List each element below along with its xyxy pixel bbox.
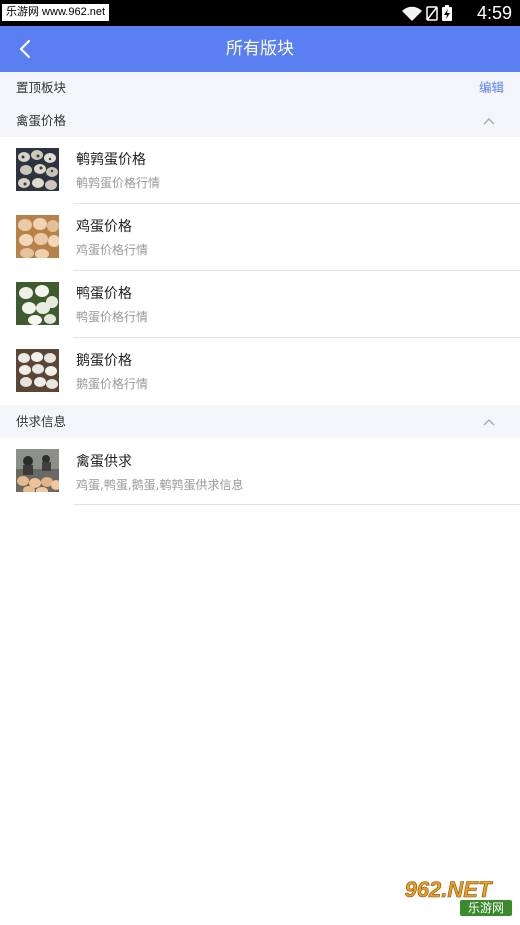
no-sim-icon xyxy=(426,6,438,21)
battery-icon xyxy=(442,5,452,21)
duck-egg-thumbnail xyxy=(16,282,59,325)
wifi-icon xyxy=(402,6,422,21)
goose-egg-thumbnail xyxy=(16,349,59,392)
chevron-up-icon[interactable] xyxy=(482,417,496,427)
list-item[interactable]: 鸭蛋价格 鸭蛋价格行情 xyxy=(0,271,520,338)
item-subtitle: 鸡蛋价格行情 xyxy=(76,243,149,257)
item-subtitle: 鸡蛋,鸭蛋,鹅蛋,鹌鹑蛋供求信息 xyxy=(76,478,244,492)
item-title: 鹅蛋价格 xyxy=(76,353,132,369)
list-item[interactable]: 鹅蛋价格 鹅蛋价格行情 xyxy=(0,338,520,405)
list-item[interactable]: 禽蛋供求 鸡蛋,鸭蛋,鹅蛋,鹌鹑蛋供求信息 xyxy=(0,438,520,505)
watermark-logo-text: 962.NET xyxy=(405,877,493,902)
divider xyxy=(73,504,520,505)
section-header-supply-demand[interactable]: 供求信息 xyxy=(0,405,520,438)
status-icons xyxy=(402,5,452,21)
status-bar: 乐游网 www.962.net 4:59 xyxy=(0,0,520,26)
item-title: 鸡蛋价格 xyxy=(76,219,132,235)
list-item[interactable]: 鸡蛋价格 鸡蛋价格行情 xyxy=(0,204,520,271)
chevron-left-icon xyxy=(19,39,31,59)
item-subtitle: 鹅蛋价格行情 xyxy=(76,377,149,391)
section-header-egg-price[interactable]: 禽蛋价格 xyxy=(0,105,520,137)
pinned-section-title: 置顶板块 xyxy=(16,80,67,95)
item-subtitle: 鸭蛋价格行情 xyxy=(76,310,149,324)
item-title: 鹌鹑蛋价格 xyxy=(76,152,146,168)
item-title: 鸭蛋价格 xyxy=(76,286,132,302)
section-title: 供求信息 xyxy=(16,414,67,429)
back-button[interactable] xyxy=(10,34,40,64)
list-item[interactable]: 鹌鹑蛋价格 鹌鹑蛋价格行情 xyxy=(0,137,520,204)
page-title: 所有版块 xyxy=(226,39,294,59)
section-title: 禽蛋价格 xyxy=(16,113,67,128)
clock: 4:59 xyxy=(476,3,512,23)
item-title: 禽蛋供求 xyxy=(76,454,132,470)
app-header: 所有版块 xyxy=(0,26,520,72)
chicken-egg-thumbnail xyxy=(16,215,59,258)
egg-market-thumbnail xyxy=(16,449,59,492)
quail-egg-thumbnail xyxy=(16,148,59,191)
chevron-up-icon[interactable] xyxy=(482,116,496,126)
watermark-text: 乐游网 www.962.net xyxy=(2,4,110,21)
edit-button[interactable]: 编辑 xyxy=(479,78,504,98)
watermark-logo: 962.NET 乐游网 xyxy=(382,875,514,919)
watermark-logo-subtext: 乐游网 xyxy=(468,901,504,915)
pinned-header: 置顶板块 编辑 xyxy=(0,72,520,105)
item-subtitle: 鹌鹑蛋价格行情 xyxy=(76,176,161,190)
